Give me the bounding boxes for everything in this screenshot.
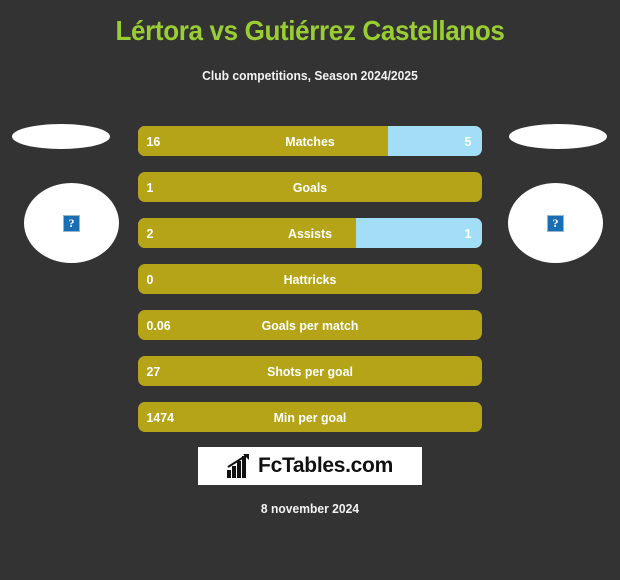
- stat-row: 1 Goals: [138, 172, 482, 202]
- page-subtitle: Club competitions, Season 2024/2025: [202, 68, 418, 83]
- date-label: 8 november 2024: [260, 501, 360, 516]
- stat-row: 0.06 Goals per match: [138, 310, 482, 340]
- bar-chart-icon: [227, 454, 250, 478]
- home-player-flag-icon: [12, 124, 110, 149]
- stat-home-value: 2: [146, 225, 154, 241]
- stat-home-value: 27: [146, 363, 161, 379]
- stat-home-value: 0.06: [146, 317, 171, 333]
- stat-label: Matches: [285, 133, 335, 149]
- stat-row-content: 16 Matches 5: [138, 126, 482, 156]
- stat-label: Min per goal: [273, 409, 347, 425]
- stat-row-content: 2 Assists 1: [138, 218, 482, 248]
- stat-label: Goals per match: [261, 317, 359, 333]
- stat-row-content: 1474 Min per goal: [138, 402, 482, 432]
- stat-row: 0 Hattricks: [138, 264, 482, 294]
- stat-label: Hattricks: [283, 271, 337, 287]
- fctables-logo[interactable]: FcTables.com: [198, 447, 422, 485]
- stat-away-value: 1: [464, 225, 472, 241]
- header: Lértora vs Gutiérrez Castellanos Club co…: [0, 0, 620, 83]
- stats-comparison-list: 16 Matches 5 1 Goals 2 Assists 1 0 Hattricks 0.06 G…: [138, 126, 482, 448]
- stat-row: 16 Matches 5: [138, 126, 482, 156]
- stat-row: 27 Shots per goal: [138, 356, 482, 386]
- stat-label: Assists: [288, 225, 332, 241]
- home-player-avatar: ?: [24, 183, 119, 263]
- away-player-avatar: ?: [508, 183, 603, 263]
- stat-away-value: 5: [464, 133, 472, 149]
- broken-image-icon: ?: [63, 214, 80, 232]
- stat-home-value: 1: [146, 179, 154, 195]
- stat-home-value: 1474: [146, 409, 175, 425]
- stat-label: Shots per goal: [267, 363, 353, 379]
- away-player-flag-icon: [509, 124, 607, 149]
- stat-row-content: 1 Goals: [138, 172, 482, 202]
- away-player-panel: ?: [490, 124, 620, 269]
- logo-text: FcTables.com: [258, 454, 393, 477]
- stat-row-content: 0 Hattricks: [138, 264, 482, 294]
- stat-row: 2 Assists 1: [138, 218, 482, 248]
- home-player-panel: ?: [0, 124, 130, 269]
- stat-home-value: 16: [146, 133, 161, 149]
- stat-home-value: 0: [146, 271, 154, 287]
- broken-image-icon: ?: [547, 214, 564, 232]
- stat-row-content: 27 Shots per goal: [138, 356, 482, 386]
- stat-row: 1474 Min per goal: [138, 402, 482, 432]
- stat-label: Goals: [292, 179, 328, 195]
- stat-row-content: 0.06 Goals per match: [138, 310, 482, 340]
- page-title: Lértora vs Gutiérrez Castellanos: [115, 15, 505, 46]
